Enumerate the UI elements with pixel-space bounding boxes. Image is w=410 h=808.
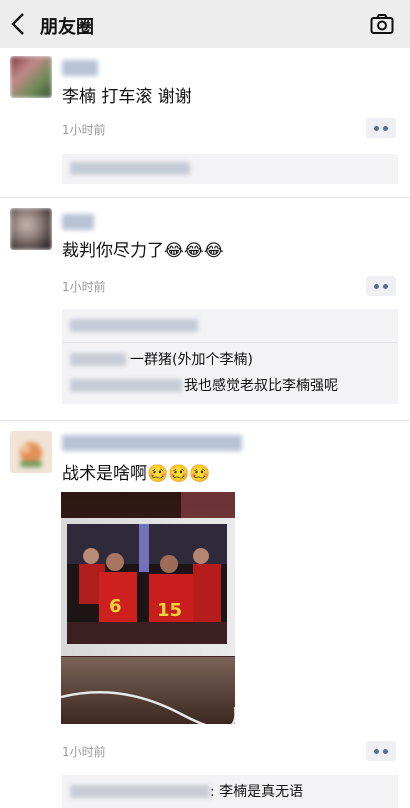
author-name[interactable]: [62, 214, 94, 230]
post-time: 1小时前: [62, 280, 106, 294]
post-time: 1小时前: [62, 123, 106, 137]
camera-icon[interactable]: [370, 13, 394, 35]
post-emoji: 🥴🥴🥴: [147, 464, 211, 484]
author-name[interactable]: [62, 60, 98, 76]
likes-blurred: [70, 319, 198, 332]
post-photo[interactable]: 6 15: [61, 492, 235, 724]
jersey-number: 15: [157, 600, 182, 621]
post-text-body: 战术是啥啊: [62, 464, 147, 484]
avatar[interactable]: [10, 431, 52, 473]
moment-post: 李楠 打车滚 谢谢 1小时前: [0, 48, 410, 198]
chevron-left-icon[interactable]: [8, 11, 30, 37]
more-options-button[interactable]: [366, 741, 396, 761]
avatar[interactable]: [10, 56, 52, 98]
avatar[interactable]: [10, 208, 52, 250]
post-text: 战术是啥啊🥴🥴🥴: [62, 459, 211, 484]
commenter-name[interactable]: [70, 785, 210, 798]
jersey-number: 6: [109, 596, 122, 617]
comment-separator: [62, 342, 398, 343]
more-options-button[interactable]: [366, 276, 396, 296]
commenter-name[interactable]: [70, 353, 126, 366]
comment-text: : 李楠是真无语: [210, 784, 304, 800]
photo-image: 6 15: [61, 492, 235, 724]
more-options-button[interactable]: [366, 118, 396, 138]
post-time: 1小时前: [62, 745, 106, 759]
commenter-name[interactable]: [70, 379, 182, 392]
comments-box: : 李楠是真无语: [62, 775, 398, 808]
comment-text: 一群猪(外加个李楠): [130, 352, 253, 368]
top-bar: 朋友圈: [0, 0, 410, 48]
moment-post: 裁判你尽力了😂😂😂 1小时前 一群猪(外加个李楠) 我也感觉老叔比李楠强呢: [0, 198, 410, 420]
page-title: 朋友圈: [40, 17, 94, 38]
comment-text: 我也感觉老叔比李楠强呢: [184, 378, 338, 394]
likes-box: [62, 154, 398, 184]
post-text: 裁判你尽力了😂😂😂: [62, 241, 224, 261]
post-text: 李楠 打车滚 谢谢: [62, 87, 192, 107]
comments-box: 一群猪(外加个李楠) 我也感觉老叔比李楠强呢: [62, 309, 398, 404]
author-name[interactable]: [62, 435, 242, 451]
likes-blurred: [70, 162, 190, 175]
